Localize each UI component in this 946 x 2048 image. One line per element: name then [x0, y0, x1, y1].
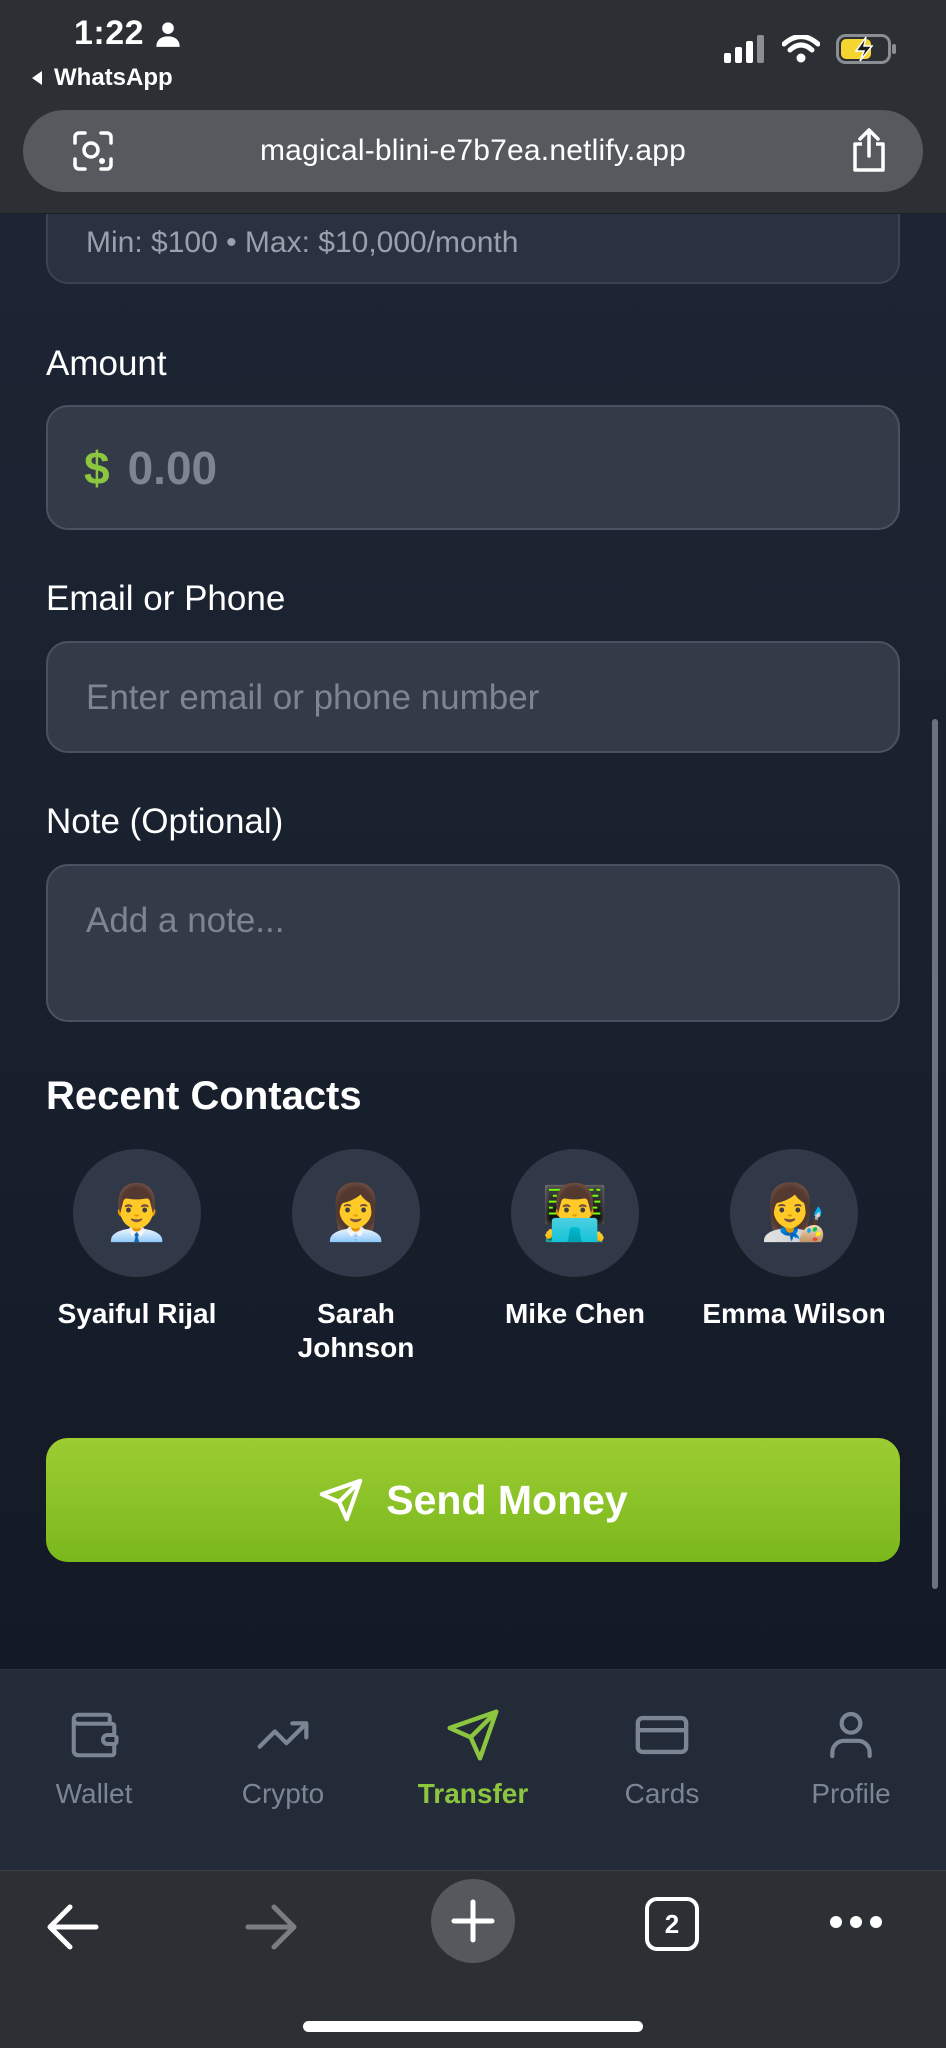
- tab-crypto-label: Crypto: [241, 1778, 325, 1809]
- forward-arrow-icon[interactable]: [244, 1901, 300, 1953]
- amount-input[interactable]: $ 0.00: [46, 405, 900, 530]
- recent-contacts-title: Recent Contacts: [46, 1074, 362, 1118]
- tab-transfer[interactable]: Transfer: [393, 1706, 553, 1810]
- contact-avatar: 👨‍💻: [511, 1149, 639, 1277]
- wifi-icon: [782, 35, 820, 63]
- user-icon: [830, 1711, 872, 1759]
- home-indicator: [303, 2021, 643, 2032]
- contact-name: Sarah Johnson: [297, 1298, 415, 1363]
- tab-wallet-label: Wallet: [55, 1778, 133, 1809]
- contact-field-label: Email or Phone: [46, 579, 286, 618]
- status-time-text: 1:22: [74, 14, 145, 52]
- contact-avatar: 👩‍🎨: [730, 1149, 858, 1277]
- contact-item[interactable]: 👨‍💻 Mike Chen: [465, 1149, 685, 1331]
- send-icon: [447, 1709, 499, 1761]
- credit-card-icon: [635, 1715, 689, 1755]
- contact-name: Mike Chen: [504, 1298, 646, 1329]
- browser-top-bar: 1:22 WhatsApp magical-blini-e7b7ea.netli…: [0, 0, 946, 214]
- email-phone-input[interactable]: Enter email or phone number: [46, 641, 900, 753]
- back-triangle-icon: [32, 71, 42, 85]
- tab-profile-label: Profile: [811, 1778, 891, 1809]
- bottom-navigation: Wallet Crypto Transfer Cards Profile: [0, 1669, 946, 1870]
- send-money-button[interactable]: Send Money: [46, 1438, 900, 1562]
- amount-label: Amount: [46, 344, 167, 383]
- person-icon: [156, 21, 180, 47]
- tab-cards-label: Cards: [624, 1778, 700, 1809]
- status-time: 1:22: [74, 14, 182, 53]
- contact-name: Syaiful Rijal: [57, 1298, 217, 1329]
- back-app-label: WhatsApp: [54, 64, 173, 91]
- tab-transfer-label: Transfer: [417, 1778, 529, 1809]
- address-bar[interactable]: magical-blini-e7b7ea.netlify.app: [23, 110, 923, 192]
- send-money-label: Send Money: [386, 1476, 628, 1523]
- contact-name: Emma Wilson: [702, 1298, 886, 1329]
- battery-charging-icon: [836, 34, 896, 64]
- transfer-limit-text: Min: $100 • Max: $10,000/month: [86, 226, 519, 259]
- status-icons: [724, 34, 898, 64]
- tab-wallet[interactable]: Wallet: [14, 1706, 174, 1810]
- wallet-icon: [71, 1712, 119, 1758]
- share-icon[interactable]: [849, 128, 889, 174]
- email-phone-placeholder: Enter email or phone number: [86, 678, 540, 717]
- cellular-signal-icon: [724, 35, 764, 63]
- contact-avatar: 👨‍💼: [73, 1149, 201, 1277]
- transfer-page: Min: $100 • Max: $10,000/month Amount $ …: [0, 214, 946, 1669]
- back-arrow-icon[interactable]: [44, 1901, 100, 1953]
- new-tab-button[interactable]: [431, 1879, 515, 1963]
- contact-item[interactable]: 👩‍💼 Sarah Johnson: [246, 1149, 466, 1365]
- tab-profile[interactable]: Profile: [771, 1706, 931, 1810]
- plus-icon: [451, 1899, 495, 1943]
- contact-avatar: 👩‍💼: [292, 1149, 420, 1277]
- recent-contacts-list: 👨‍💼 Syaiful Rijal 👩‍💼 Sarah Johnson 👨‍💻 …: [0, 1149, 946, 1379]
- trending-up-icon: [257, 1721, 309, 1749]
- tabs-overview-button[interactable]: 2: [645, 1897, 699, 1951]
- page-settings-icon[interactable]: [71, 129, 115, 173]
- contact-item[interactable]: 👩‍🎨 Emma Wilson: [684, 1149, 904, 1331]
- contact-item[interactable]: 👨‍💼 Syaiful Rijal: [27, 1149, 247, 1331]
- tab-cards[interactable]: Cards: [582, 1706, 742, 1810]
- note-label: Note (Optional): [46, 802, 284, 841]
- back-to-app-link[interactable]: WhatsApp: [30, 64, 173, 92]
- url-text: magical-blini-e7b7ea.netlify.app: [259, 134, 687, 167]
- currency-symbol: $: [84, 441, 110, 494]
- note-placeholder: Add a note...: [86, 901, 285, 940]
- transfer-limit-card: Min: $100 • Max: $10,000/month: [46, 214, 900, 284]
- tab-crypto[interactable]: Crypto: [203, 1706, 363, 1810]
- browser-bottom-toolbar: 2: [0, 1870, 946, 2048]
- scrollbar-thumb[interactable]: [932, 719, 938, 1589]
- note-textarea[interactable]: Add a note...: [46, 864, 900, 1022]
- amount-placeholder: 0.00: [127, 441, 218, 494]
- send-icon: [319, 1478, 363, 1522]
- more-icon[interactable]: [829, 1915, 883, 1929]
